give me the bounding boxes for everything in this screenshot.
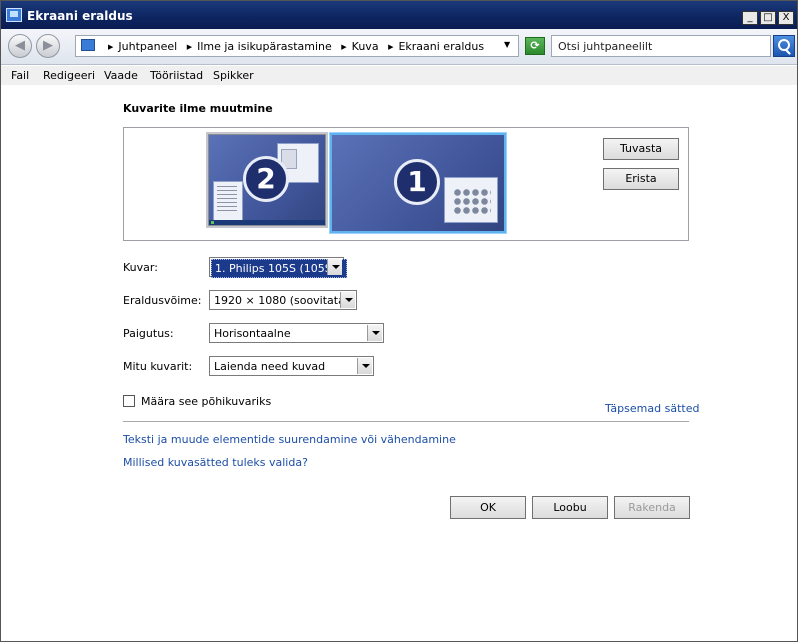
close-button[interactable]: X <box>778 11 794 25</box>
chevron-right-icon: ▶ <box>108 43 114 51</box>
breadcrumb[interactable]: ▶ Juhtpaneel ▶ Ilme ja isikupärastamine ▶ K… <box>75 35 519 57</box>
display-select[interactable]: 1. Philips 105S (105S2) <box>209 257 348 278</box>
orientation-value: Horisontaalne <box>214 327 291 340</box>
chevron-down-icon[interactable] <box>340 292 355 308</box>
detect-button[interactable]: Erista <box>603 168 679 190</box>
search-input[interactable]: Otsi juhtpaneelilt <box>551 35 771 57</box>
advanced-settings-link[interactable]: Täpsemad sätted <box>605 402 699 415</box>
search-placeholder: Otsi juhtpaneelilt <box>558 40 653 53</box>
chevron-down-icon[interactable] <box>327 259 342 275</box>
chevron-right-icon: ▶ <box>186 43 193 51</box>
primary-display-checkbox[interactable] <box>123 395 135 407</box>
chevron-right-icon: ▶ <box>341 43 347 51</box>
control-panel-icon <box>81 39 95 51</box>
minimize-button[interactable]: _ <box>742 11 758 25</box>
ok-button[interactable]: OK <box>450 496 526 519</box>
chevron-down-icon[interactable] <box>367 325 382 341</box>
breadcrumb-screen-resolution[interactable]: Ekraani eraldus <box>398 40 484 53</box>
breadcrumb-control-panel[interactable]: Juhtpaneel <box>118 40 177 53</box>
breadcrumb-appearance[interactable]: Ilme ja isikupärastamine <box>197 40 332 53</box>
chevron-down-icon[interactable]: ▼ <box>504 40 510 49</box>
taskbar-icon <box>209 220 325 225</box>
menu-help[interactable]: Spikker <box>213 69 254 82</box>
mini-document-icon <box>213 181 243 221</box>
chevron-down-icon[interactable] <box>357 358 372 374</box>
multiple-displays-select[interactable]: Laienda need kuvad <box>209 356 374 376</box>
monitor-number-badge: 1 <box>394 159 440 205</box>
cancel-button[interactable]: Loobu <box>532 496 608 519</box>
orientation-select[interactable]: Horisontaalne <box>209 323 384 343</box>
monitor-2[interactable]: 2 <box>208 134 326 226</box>
chevron-right-icon: ▶ <box>388 43 394 51</box>
window-title: Ekraani eraldus <box>27 9 133 23</box>
maximize-button[interactable]: □ <box>760 11 776 25</box>
forward-button[interactable]: ▶ <box>36 34 60 58</box>
address-bar: ◀ ▶ ▶ Juhtpaneel ▶ Ilme ja isikupärastamin… <box>1 29 797 65</box>
display-label: Kuvar: <box>123 261 158 274</box>
search-icon[interactable] <box>773 35 795 57</box>
title-bar[interactable]: Ekraani eraldus _ □ X <box>1 1 797 29</box>
menu-view[interactable]: Vaade <box>104 69 138 82</box>
text-size-link[interactable]: Teksti ja muude elementide suurendamine … <box>123 433 456 446</box>
monitor-1[interactable]: 1 <box>330 133 506 233</box>
menu-bar: Fail Redigeeri Vaade Tööriistad Spikker <box>1 66 797 85</box>
breadcrumb-display[interactable]: Kuva <box>352 40 379 53</box>
resolution-select[interactable]: 1920 × 1080 (soovitatav) <box>209 290 357 310</box>
multiple-displays-label: Mitu kuvarit: <box>123 360 193 373</box>
mini-grid-window-icon <box>444 177 498 223</box>
main-content: Kuvarite ilme muutmine 2 1 Tuvasta Erist… <box>1 86 797 641</box>
menu-file[interactable]: Fail <box>11 69 29 82</box>
forward-arrow-icon: ▶ <box>43 38 53 53</box>
primary-display-label[interactable]: Määra see põhikuvariks <box>141 395 271 408</box>
resolution-label: Eraldusvõime: <box>123 294 202 307</box>
refresh-button[interactable]: ⟳ <box>525 37 545 55</box>
menu-edit[interactable]: Redigeeri <box>43 69 95 82</box>
monitor-number-badge: 2 <box>243 156 289 202</box>
identify-button[interactable]: Tuvasta <box>603 138 679 160</box>
resolution-value: 1920 × 1080 (soovitatav) <box>214 294 356 307</box>
orientation-label: Paigutus: <box>123 327 174 340</box>
display-icon <box>6 8 22 22</box>
display-resolution-window: Ekraani eraldus _ □ X ◀ ▶ ▶ Juhtpaneel ▶ I… <box>0 0 798 642</box>
multiple-displays-value: Laienda need kuvad <box>214 360 326 373</box>
display-settings-help-link[interactable]: Millised kuvasätted tuleks valida? <box>123 456 308 469</box>
menu-tools[interactable]: Tööriistad <box>150 69 203 82</box>
divider <box>123 421 689 422</box>
page-title: Kuvarite ilme muutmine <box>123 102 273 115</box>
back-button[interactable]: ◀ <box>8 34 32 58</box>
apply-button[interactable]: Rakenda <box>614 496 690 519</box>
monitor-arrangement-panel: 2 1 Tuvasta Erista <box>123 127 689 241</box>
refresh-icon: ⟳ <box>530 39 540 52</box>
back-arrow-icon: ◀ <box>15 38 25 53</box>
